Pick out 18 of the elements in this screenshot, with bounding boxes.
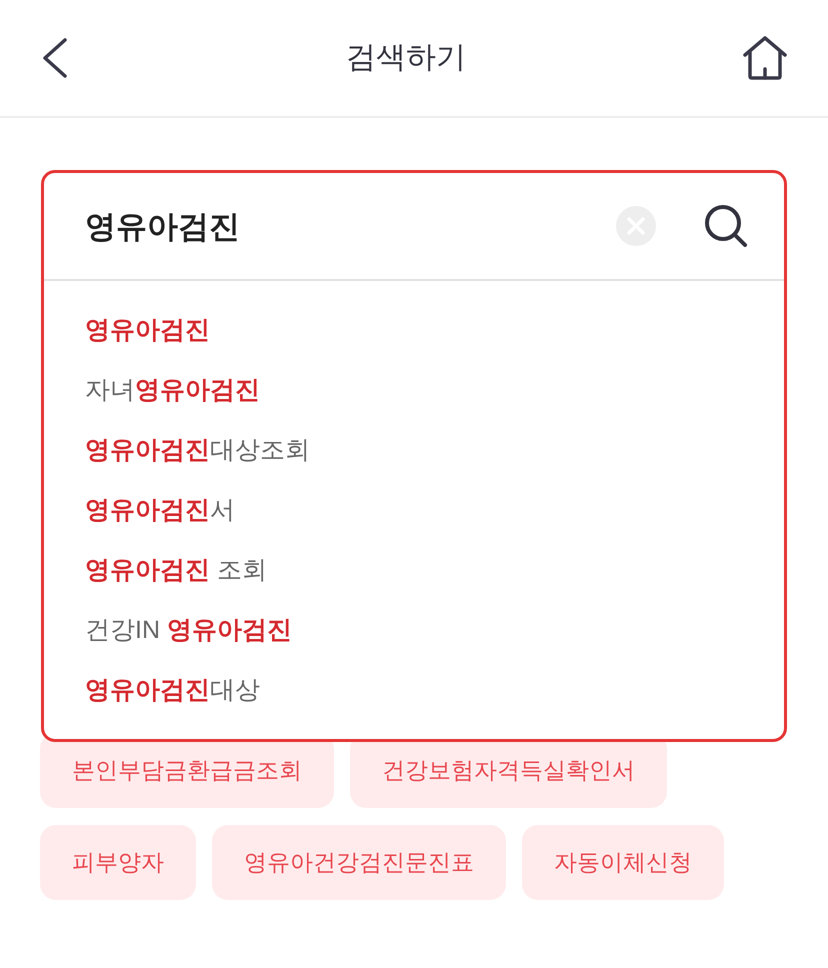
- suggestion-item[interactable]: 자녀영유아검진: [85, 378, 260, 402]
- search-icon: [704, 204, 748, 248]
- home-button[interactable]: [742, 35, 788, 81]
- back-button[interactable]: [40, 36, 70, 80]
- suggestion-item[interactable]: 영유아검진 조회: [85, 558, 267, 582]
- suggestion-item[interactable]: 영유아검진대상조회: [85, 438, 310, 462]
- suggestion-item[interactable]: 영유아검진서: [85, 498, 235, 522]
- page-title: 검색하기: [346, 43, 466, 73]
- keyword-tag[interactable]: 영유아건강검진문진표: [212, 825, 506, 900]
- suggestion-item[interactable]: 영유아검진: [85, 318, 210, 342]
- keyword-tag[interactable]: 피부양자: [40, 825, 196, 900]
- search-input[interactable]: 영유아검진: [85, 210, 616, 242]
- home-icon: [743, 36, 787, 80]
- back-icon: [42, 38, 68, 78]
- suggestion-item[interactable]: 건강IN 영유아검진: [85, 618, 292, 642]
- search-button[interactable]: [704, 204, 748, 248]
- suggestion-item[interactable]: 영유아검진대상: [85, 678, 260, 702]
- keyword-tag[interactable]: 자동이체신청: [522, 825, 724, 900]
